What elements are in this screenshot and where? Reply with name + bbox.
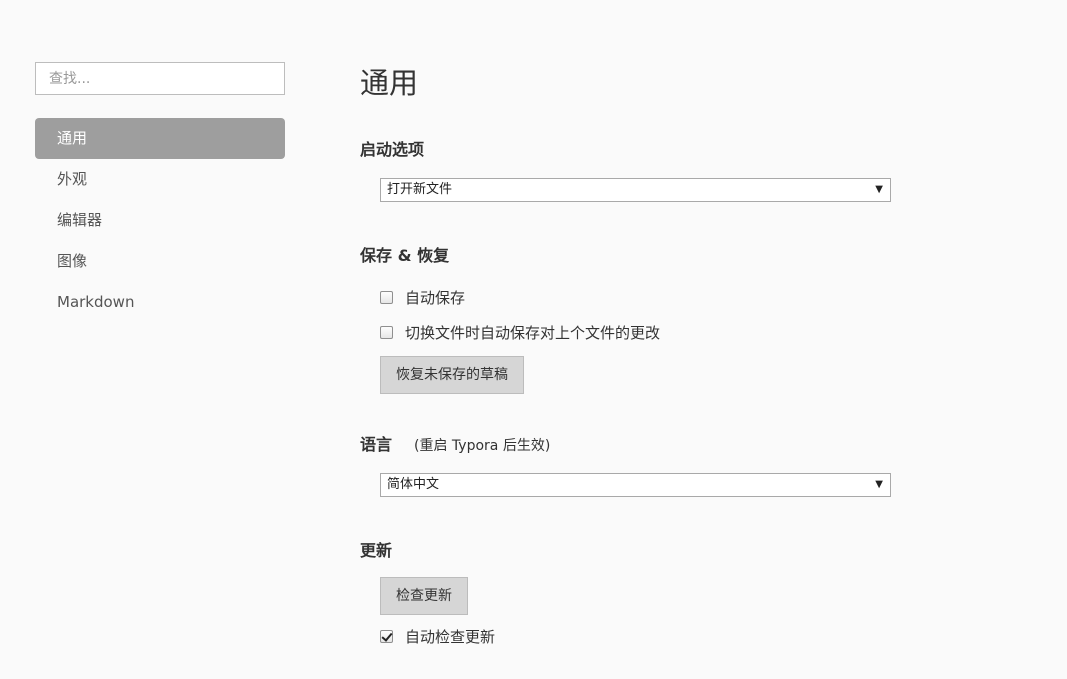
auto-save-checkbox[interactable] <box>380 290 393 304</box>
sidebar-nav: 通用 外观 编辑器 图像 Markdown <box>35 118 285 323</box>
save-on-switch-label: 切换文件时自动保存对上个文件的更改 <box>405 323 661 342</box>
auto-check-update-checkbox[interactable] <box>380 629 393 643</box>
startup-heading: 启动选项 <box>360 140 425 159</box>
restore-drafts-button[interactable]: 恢复未保存的草稿 <box>380 356 524 394</box>
dropdown-arrow-icon: ▼ <box>875 184 883 195</box>
startup-select[interactable]: 打开新文件 ▼ <box>380 178 891 202</box>
dropdown-arrow-icon: ▼ <box>875 479 883 490</box>
page-title: 通用 <box>360 66 419 100</box>
sidebar-item-general[interactable]: 通用 <box>35 118 285 159</box>
sidebar-item-appearance[interactable]: 外观 <box>35 159 285 200</box>
auto-check-update-label: 自动检查更新 <box>405 627 496 646</box>
auto-save-label: 自动保存 <box>405 288 466 307</box>
settings-sidebar: 通用 外观 编辑器 图像 Markdown <box>35 62 285 323</box>
auto-check-update-row: 自动检查更新 <box>380 626 495 646</box>
sidebar-item-editor[interactable]: 编辑器 <box>35 200 285 241</box>
save-on-switch-checkbox[interactable] <box>380 325 393 339</box>
save-restore-heading: 保存 & 恢复 <box>360 246 450 265</box>
save-on-switch-row: 切换文件时自动保存对上个文件的更改 <box>380 322 660 342</box>
language-restart-hint: (重启 Typora 后生效) <box>414 438 551 454</box>
auto-save-row: 自动保存 <box>380 287 465 307</box>
language-select-value: 简体中文 <box>387 477 440 492</box>
language-heading-label: 语言 <box>360 435 393 454</box>
sidebar-item-markdown[interactable]: Markdown <box>35 282 285 323</box>
language-select[interactable]: 简体中文 ▼ <box>380 473 891 497</box>
language-heading: 语言 (重启 Typora 后生效) <box>360 431 550 455</box>
check-update-button[interactable]: 检查更新 <box>380 577 468 615</box>
update-heading: 更新 <box>360 541 393 560</box>
startup-select-value: 打开新文件 <box>387 182 453 197</box>
search-input[interactable] <box>35 62 285 95</box>
sidebar-item-image[interactable]: 图像 <box>35 241 285 282</box>
